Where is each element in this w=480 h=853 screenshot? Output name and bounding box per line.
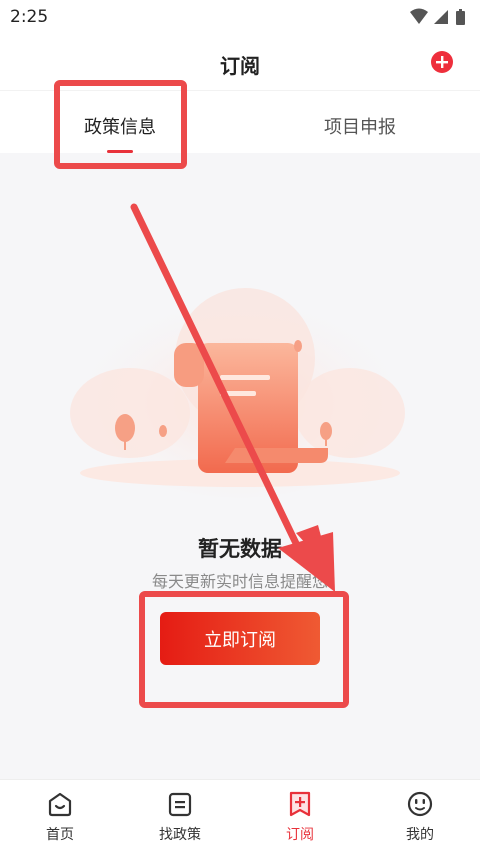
home-icon (48, 792, 72, 817)
nav-label: 首页 (46, 827, 74, 843)
header: 订阅 (0, 34, 480, 90)
nav-label: 订阅 (286, 827, 314, 843)
subscribe-now-button[interactable]: 立即订阅 (160, 612, 320, 665)
profile-face-icon (407, 791, 433, 817)
subscribe-icon (289, 791, 311, 817)
empty-state-title: 暂无数据 (198, 537, 282, 561)
content-area: 暂无数据 每天更新实时信息提醒您 立即订阅 (0, 153, 480, 779)
signal-icon (434, 10, 448, 24)
bottom-nav: 首页 找政策 订阅 我的 (0, 779, 480, 853)
page-title: 订阅 (220, 54, 260, 78)
plus-circle-icon (436, 56, 448, 68)
tab-bar: 政策信息 项目申报 (0, 90, 480, 153)
nav-item-home[interactable]: 首页 (0, 780, 120, 853)
empty-state-illustration (70, 288, 405, 498)
tab-label: 项目申报 (324, 117, 396, 138)
empty-state-subtitle: 每天更新实时信息提醒您 (151, 572, 328, 591)
battery-icon (456, 9, 465, 25)
add-subscription-button[interactable] (431, 51, 453, 73)
document-icon (168, 792, 192, 817)
status-icons (410, 8, 470, 26)
nav-label: 找政策 (159, 827, 201, 843)
wifi-icon (410, 8, 428, 24)
nav-item-find-policy[interactable]: 找政策 (120, 780, 240, 853)
nav-item-subscribe[interactable]: 订阅 (240, 780, 360, 853)
status-bar: 2:25 (0, 0, 480, 34)
tab-label: 政策信息 (84, 117, 156, 138)
nav-item-mine[interactable]: 我的 (360, 780, 480, 853)
tab-project-declaration[interactable]: 项目申报 (240, 91, 480, 153)
nav-label: 我的 (406, 827, 434, 843)
tab-policy-info[interactable]: 政策信息 (0, 91, 240, 153)
status-time: 2:25 (10, 7, 49, 27)
